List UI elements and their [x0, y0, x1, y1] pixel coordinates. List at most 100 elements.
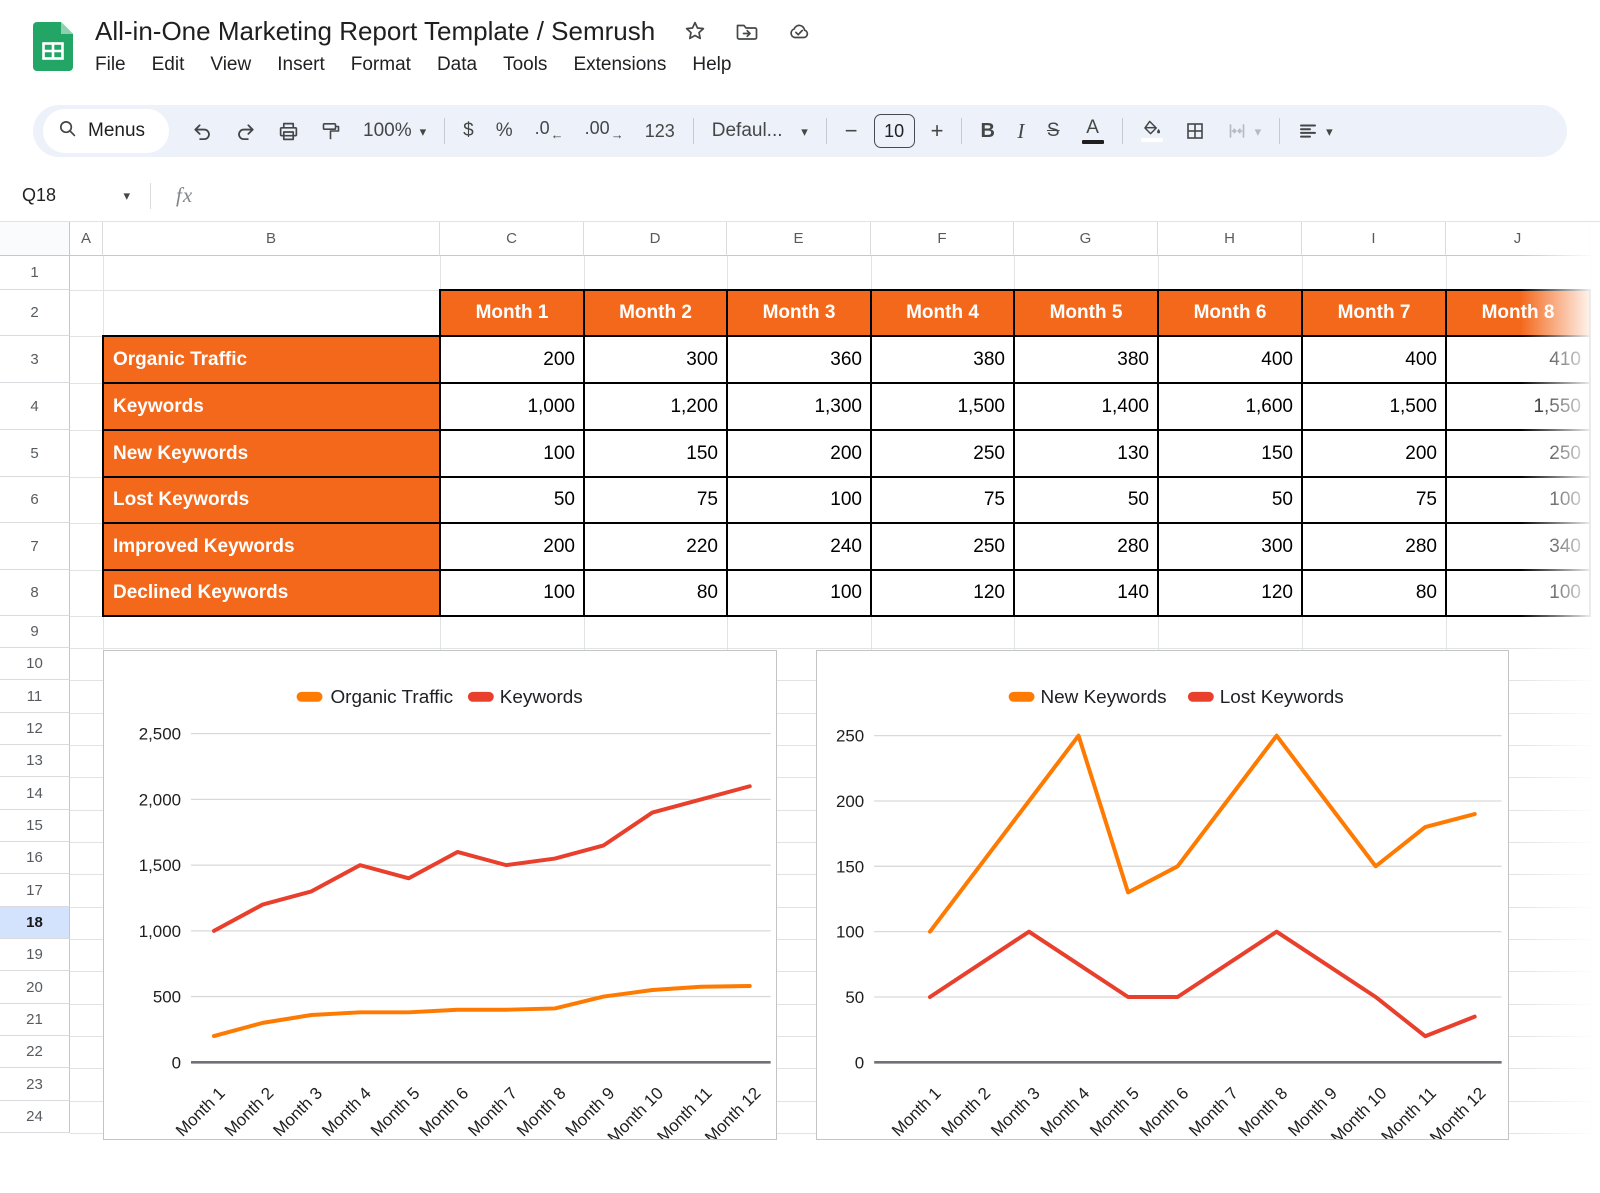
row-header-18[interactable]: 18 [0, 907, 70, 939]
redo-button[interactable] [224, 111, 267, 151]
table-cell[interactable]: 150 [583, 429, 728, 478]
table-header-cell[interactable]: Month 4 [870, 289, 1015, 337]
decrease-font-size-button[interactable]: − [834, 111, 869, 151]
table-cell[interactable]: 100 [1445, 476, 1591, 524]
table-cell[interactable]: 100 [726, 476, 872, 524]
table-cell[interactable]: 1,550 [1445, 382, 1591, 431]
table-cell[interactable]: 250 [1445, 429, 1591, 478]
row-header-20[interactable]: 20 [0, 971, 70, 1004]
table-cell[interactable]: 100 [1445, 569, 1591, 617]
row-header-1[interactable]: 1 [0, 256, 70, 290]
increase-font-size-button[interactable]: + [920, 111, 955, 151]
borders-button[interactable] [1174, 111, 1216, 151]
table-cell[interactable]: 400 [1157, 335, 1303, 384]
row-header-8[interactable]: 8 [0, 570, 70, 616]
table-cell[interactable]: 75 [1301, 476, 1447, 524]
row-header-10[interactable]: 10 [0, 648, 70, 680]
row-header-7[interactable]: 7 [0, 523, 70, 570]
table-cell[interactable]: 1,500 [1301, 382, 1447, 431]
row-header-3[interactable]: 3 [0, 336, 70, 383]
font-size-input[interactable]: 10 [874, 114, 915, 148]
row-header-23[interactable]: 23 [0, 1068, 70, 1101]
horizontal-align-button[interactable]: ▾ [1287, 111, 1344, 151]
move-folder-icon[interactable] [735, 21, 759, 41]
table-cell[interactable]: 280 [1301, 522, 1447, 571]
row-header-4[interactable]: 4 [0, 383, 70, 430]
table-cell[interactable]: 130 [1013, 429, 1159, 478]
table-cell[interactable]: 410 [1445, 335, 1591, 384]
cloud-saved-icon[interactable] [788, 21, 810, 41]
sheets-logo-icon[interactable] [33, 22, 73, 71]
column-header-h[interactable]: H [1158, 222, 1302, 256]
table-row-label[interactable]: Organic Traffic [102, 335, 441, 384]
row-header-12[interactable]: 12 [0, 713, 70, 745]
table-cell[interactable]: 380 [870, 335, 1015, 384]
table-cell[interactable]: 220 [583, 522, 728, 571]
paint-format-button[interactable] [310, 111, 352, 151]
italic-button[interactable]: I [1006, 111, 1036, 151]
table-cell[interactable]: 80 [583, 569, 728, 617]
row-header-21[interactable]: 21 [0, 1004, 70, 1036]
font-select[interactable]: Defaul... ▾ [701, 111, 819, 151]
menu-item-tools[interactable]: Tools [490, 51, 560, 79]
table-cell[interactable]: 120 [870, 569, 1015, 617]
row-header-9[interactable]: 9 [0, 616, 70, 648]
menu-item-edit[interactable]: Edit [139, 51, 198, 79]
column-header-c[interactable]: C [440, 222, 584, 256]
table-cell[interactable]: 100 [439, 429, 585, 478]
row-header-5[interactable]: 5 [0, 430, 70, 477]
menu-item-insert[interactable]: Insert [264, 51, 338, 79]
table-cell[interactable]: 280 [1013, 522, 1159, 571]
column-header-f[interactable]: F [871, 222, 1014, 256]
spreadsheet-grid[interactable]: 05001,0001,5002,0002,500Month 1Month 2Mo… [0, 222, 1600, 1193]
row-header-15[interactable]: 15 [0, 810, 70, 842]
table-cell[interactable]: 360 [726, 335, 872, 384]
column-header-e[interactable]: E [727, 222, 871, 256]
merge-cells-button[interactable]: ▾ [1216, 111, 1273, 151]
table-cell[interactable]: 150 [1157, 429, 1303, 478]
table-header-cell[interactable]: Month 5 [1013, 289, 1159, 337]
format-currency-button[interactable]: $ [452, 111, 485, 151]
column-header-b[interactable]: B [103, 222, 440, 256]
table-header-cell[interactable]: Month 3 [726, 289, 872, 337]
star-icon[interactable] [684, 20, 706, 42]
table-row-label[interactable]: Lost Keywords [102, 476, 441, 524]
print-button[interactable] [267, 111, 310, 151]
table-header-cell[interactable]: Month 2 [583, 289, 728, 337]
table-cell[interactable]: 140 [1013, 569, 1159, 617]
bold-button[interactable]: B [969, 111, 1005, 151]
table-header-cell[interactable]: Month 8 [1445, 289, 1591, 337]
table-cell[interactable]: 1,600 [1157, 382, 1303, 431]
increase-decimals-button[interactable]: .00→ [574, 111, 634, 151]
table-header-cell[interactable]: Month 7 [1301, 289, 1447, 337]
table-cell[interactable]: 300 [583, 335, 728, 384]
column-header-j[interactable]: J [1446, 222, 1590, 256]
row-header-2[interactable]: 2 [0, 290, 70, 336]
table-cell[interactable]: 250 [870, 429, 1015, 478]
row-header-16[interactable]: 16 [0, 842, 70, 874]
name-box[interactable]: Q18 ▾ [0, 185, 130, 206]
column-header-d[interactable]: D [584, 222, 727, 256]
formula-input[interactable] [193, 170, 1600, 221]
table-cell[interactable]: 75 [583, 476, 728, 524]
table-cell[interactable]: 1,000 [439, 382, 585, 431]
table-cell[interactable]: 240 [726, 522, 872, 571]
undo-button[interactable] [181, 111, 224, 151]
zoom-select[interactable]: 100% ▾ [352, 111, 437, 151]
table-row-label[interactable]: Keywords [102, 382, 441, 431]
table-row-label[interactable]: Improved Keywords [102, 522, 441, 571]
row-header-19[interactable]: 19 [0, 939, 70, 971]
column-header[interactable] [1590, 222, 1600, 256]
table-cell[interactable]: 400 [1301, 335, 1447, 384]
table-cell[interactable]: 200 [726, 429, 872, 478]
table-header-cell[interactable]: Month 1 [439, 289, 585, 337]
table-cell[interactable]: 200 [439, 522, 585, 571]
column-header-a[interactable]: A [70, 222, 103, 256]
menu-item-file[interactable]: File [82, 51, 139, 79]
row-header-11[interactable]: 11 [0, 680, 70, 713]
document-title[interactable]: All-in-One Marketing Report Template / S… [95, 16, 655, 47]
table-cell[interactable]: 75 [870, 476, 1015, 524]
table-cell[interactable]: 340 [1445, 522, 1591, 571]
row-header-24[interactable]: 24 [0, 1101, 70, 1133]
table-cell[interactable]: 50 [1013, 476, 1159, 524]
